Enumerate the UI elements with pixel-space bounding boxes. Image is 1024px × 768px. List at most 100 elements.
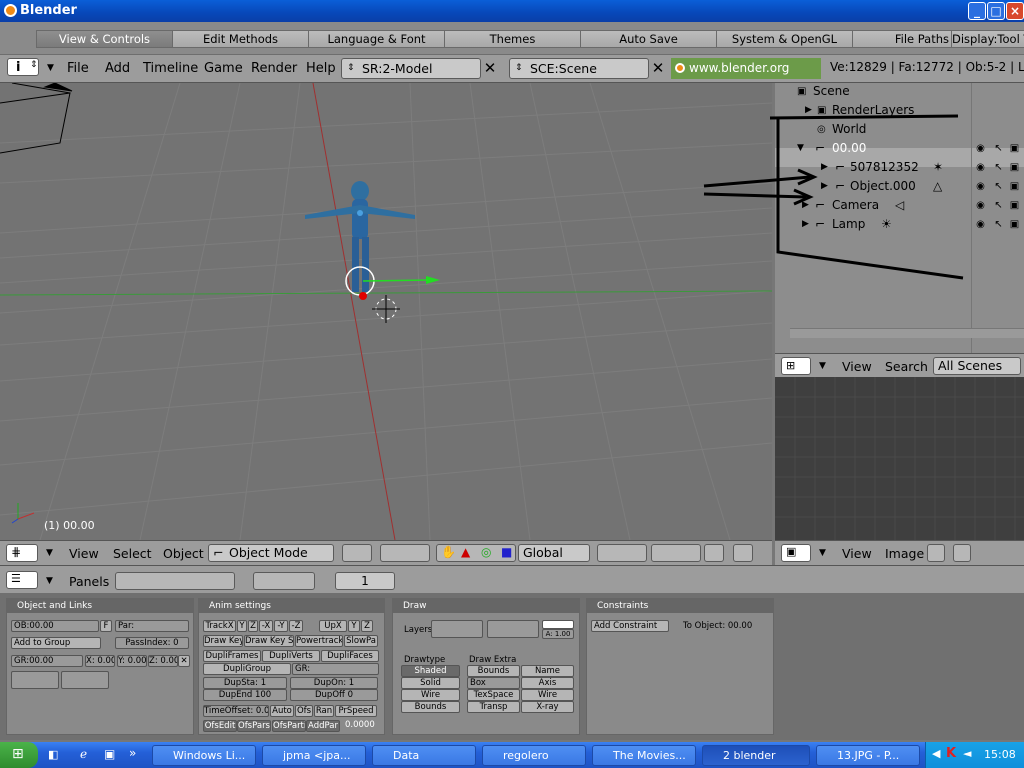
taskbar-item[interactable]: 13.JPG - P...: [816, 745, 920, 766]
menu-render[interactable]: Render: [251, 61, 297, 76]
screen-select-field[interactable]: ⇕ SR:2-Model: [341, 58, 481, 79]
track-negy-button[interactable]: -Y: [274, 620, 288, 632]
visibility-eye-icon[interactable]: ◉: [975, 143, 986, 154]
quicklaunch-icon[interactable]: ◧: [48, 748, 58, 761]
layer-buttons-1[interactable]: [431, 620, 483, 638]
ofs-button[interactable]: Ofs: [295, 705, 313, 717]
tab-view-controls[interactable]: View & Controls: [36, 30, 173, 48]
extra-xray-button[interactable]: X-ray: [521, 701, 574, 713]
dupliframes-button[interactable]: DupliFrames: [203, 650, 261, 662]
quicklaunch-icon[interactable]: ▣: [104, 747, 115, 761]
drawtype-wire-button[interactable]: Wire: [401, 689, 460, 701]
track-x-button[interactable]: TrackX: [203, 620, 236, 632]
pivot-buttons[interactable]: [380, 544, 430, 562]
dupligroup-field[interactable]: GR:: [292, 663, 379, 675]
chevron-icon[interactable]: »: [129, 746, 136, 760]
menu-view[interactable]: View: [842, 546, 872, 561]
layer-buttons-2[interactable]: [487, 620, 539, 638]
group-layers-2[interactable]: [61, 671, 109, 689]
speaker-icon[interactable]: ◄: [963, 747, 971, 760]
close-button[interactable]: ×: [1006, 2, 1024, 20]
image-browse-button[interactable]: [927, 544, 945, 562]
extra-texspace-button[interactable]: TexSpace: [467, 689, 520, 701]
collapse-triangle-icon[interactable]: ▼: [819, 548, 826, 558]
character-mesh[interactable]: [305, 181, 440, 300]
select-arrow-icon[interactable]: ↖: [993, 219, 1004, 230]
maximize-button[interactable]: □: [987, 2, 1005, 20]
taskbar-item[interactable]: The Movies...: [592, 745, 696, 766]
menu-search[interactable]: Search: [885, 359, 928, 374]
object-name-field[interactable]: OB:00.00: [11, 620, 99, 632]
dupligroup-button[interactable]: DupliGroup: [203, 663, 291, 675]
taskbar-item[interactable]: 2 blender: [702, 745, 810, 766]
hand-icon[interactable]: ✋: [441, 545, 456, 559]
add-to-group-button[interactable]: Add to Group: [11, 637, 101, 649]
track-z-button[interactable]: Z: [248, 620, 258, 632]
manipulator-buttons[interactable]: ✋ ▲ ◎ ■: [436, 544, 516, 562]
layer-buttons-1[interactable]: [597, 544, 647, 562]
lock-icon[interactable]: [704, 544, 724, 562]
parent-field[interactable]: Par:: [115, 620, 189, 632]
dupend-field[interactable]: DupEnd 100: [203, 689, 287, 701]
visibility-eye-icon[interactable]: ◉: [975, 200, 986, 211]
render-icon[interactable]: ▣: [1009, 143, 1020, 154]
addpar-button[interactable]: AddPar: [306, 720, 340, 732]
render-icon[interactable]: ▣: [1009, 181, 1020, 192]
track-negx-button[interactable]: -X: [259, 620, 273, 632]
track-negz-button[interactable]: -Z: [289, 620, 303, 632]
delete-screen-button[interactable]: ✕: [481, 58, 499, 79]
select-arrow-icon[interactable]: ↖: [993, 200, 1004, 211]
collapse-triangle-icon[interactable]: ▼: [819, 361, 826, 371]
collapse-triangle-icon[interactable]: ▼: [47, 63, 54, 73]
taskbar-item[interactable]: regolero: [482, 745, 586, 766]
start-button[interactable]: ⊞: [0, 742, 38, 768]
frame-number-field[interactable]: 1: [335, 572, 395, 590]
tab-display-tooltips[interactable]: Display:Tool Tips: [951, 30, 1024, 48]
ie-icon[interactable]: ℯ: [80, 747, 87, 761]
taskbar-item[interactable]: Data: [372, 745, 476, 766]
group-y-field[interactable]: Y: 0.00: [117, 655, 147, 667]
drawtype-solid-button[interactable]: Solid: [401, 677, 460, 689]
extra-box-select[interactable]: Box: [467, 677, 520, 689]
group-x-field[interactable]: X: 0.00: [85, 655, 115, 667]
menu-select[interactable]: Select: [113, 546, 152, 561]
menu-view[interactable]: View: [842, 359, 872, 374]
group-z-field[interactable]: Z: 0.00: [148, 655, 178, 667]
editor-type-button[interactable]: ▣: [781, 544, 811, 562]
translate-icon[interactable]: ▲: [461, 545, 470, 559]
slowpar-button[interactable]: SlowPa: [344, 635, 378, 647]
tab-themes[interactable]: Themes: [444, 30, 581, 48]
rotate-icon[interactable]: ◎: [481, 545, 491, 559]
track-y-button[interactable]: Y: [237, 620, 247, 632]
drawtype-bounds-button[interactable]: Bounds: [401, 701, 460, 713]
visibility-eye-icon[interactable]: ◉: [975, 162, 986, 173]
pass-index-field[interactable]: PassIndex: 0: [115, 637, 189, 649]
ofsedit-button[interactable]: OfsEdit: [203, 720, 237, 732]
group-layers-1[interactable]: [11, 671, 59, 689]
add-constraint-button[interactable]: Add Constraint: [591, 620, 669, 632]
alpha-field[interactable]: A: 1.00: [542, 629, 574, 639]
up-y-button[interactable]: Y: [348, 620, 360, 632]
menu-object[interactable]: Object: [163, 546, 204, 561]
tab-file-paths[interactable]: File Paths: [852, 30, 952, 48]
prspeed-button[interactable]: PrSpeed: [335, 705, 377, 717]
menu-image[interactable]: Image: [885, 546, 924, 561]
tab-system-opengl[interactable]: System & OpenGL: [716, 30, 853, 48]
render-icon[interactable]: ▣: [1009, 219, 1020, 230]
lock-icon[interactable]: [953, 544, 971, 562]
blender-website-link[interactable]: www.blender.org 249.2: [671, 58, 821, 95]
select-arrow-icon[interactable]: ↖: [993, 181, 1004, 192]
render-icon[interactable]: ▣: [1009, 162, 1020, 173]
tab-edit-methods[interactable]: Edit Methods: [172, 30, 309, 48]
mode-select[interactable]: ⌐ Object Mode: [208, 544, 334, 562]
up-z-button[interactable]: Z: [361, 620, 373, 632]
select-arrow-icon[interactable]: ↖: [993, 143, 1004, 154]
menu-game[interactable]: Game: [204, 61, 243, 76]
tab-language-font[interactable]: Language & Font: [308, 30, 445, 48]
subcontext-buttons[interactable]: [253, 572, 315, 590]
tray-arrow-icon[interactable]: ◀: [932, 747, 940, 760]
time-offset-field[interactable]: TimeOffset: 0.00: [203, 705, 269, 717]
ofspars-button[interactable]: OfsPars: [237, 720, 271, 732]
scene-select-field[interactable]: ⇕ SCE:Scene: [509, 58, 649, 79]
tab-auto-save[interactable]: Auto Save: [580, 30, 717, 48]
